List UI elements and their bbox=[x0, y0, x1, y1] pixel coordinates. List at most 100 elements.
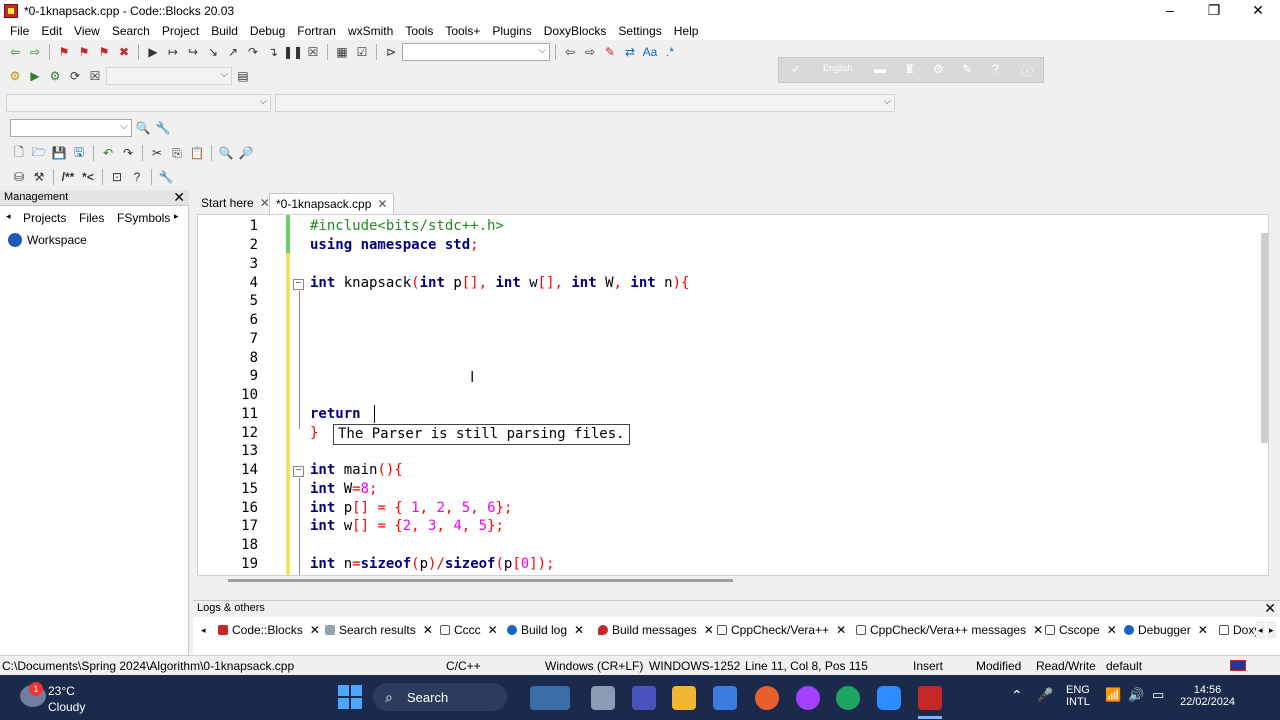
log-tab-close-icon[interactable]: ✕ bbox=[836, 623, 846, 637]
logs-scroll-right-icon[interactable]: ▸ bbox=[1267, 621, 1276, 639]
menu-settings[interactable]: Settings bbox=[612, 22, 667, 40]
search-icon[interactable]: 🔍 bbox=[134, 119, 152, 137]
minimize-button[interactable]: – bbox=[1148, 0, 1192, 22]
menu-project[interactable]: Project bbox=[156, 22, 205, 40]
menu-edit[interactable]: Edit bbox=[35, 22, 68, 40]
bookmark-next-icon[interactable]: ⚑ bbox=[95, 43, 113, 61]
tab-scroll-left-icon[interactable]: ◂ bbox=[6, 211, 11, 222]
search-combo[interactable]: ⌵ bbox=[10, 119, 132, 137]
log-tab-close-icon[interactable]: ✕ bbox=[1198, 623, 1208, 637]
task-view-icon[interactable] bbox=[591, 686, 615, 710]
battery-icon[interactable]: ▭ bbox=[1152, 687, 1164, 703]
log-tab-close-icon[interactable]: ✕ bbox=[704, 623, 714, 637]
language-label[interactable]: English bbox=[823, 63, 853, 73]
bookmark-toggle-icon[interactable]: ⚑ bbox=[55, 43, 73, 61]
widgets-icon[interactable] bbox=[530, 686, 570, 710]
replace-find-icon[interactable]: 🔎 bbox=[237, 144, 255, 162]
menu-build[interactable]: Build bbox=[205, 22, 244, 40]
menu-tools[interactable]: Tools bbox=[399, 22, 439, 40]
fold-toggle-icon[interactable]: − bbox=[293, 466, 304, 477]
tab-scroll-right-icon[interactable]: ▸ bbox=[174, 211, 179, 222]
code-completion-combo[interactable]: ⌵ bbox=[402, 43, 550, 61]
log-tab-close-icon[interactable]: ✕ bbox=[488, 623, 498, 637]
save-all-icon[interactable]: 🖫 bbox=[70, 144, 88, 162]
replace-icon[interactable]: ⇄ bbox=[621, 43, 639, 61]
match-case-icon[interactable]: Aa bbox=[641, 43, 659, 61]
target-options-icon[interactable]: ▤ bbox=[234, 67, 252, 85]
menu-view[interactable]: View bbox=[68, 22, 106, 40]
build-gear-icon[interactable]: ⚙ bbox=[6, 67, 24, 85]
clear-icon[interactable]: ♜ bbox=[904, 62, 915, 76]
volume-icon[interactable]: 🔊 bbox=[1128, 687, 1144, 703]
back-arrow-icon[interactable]: ⇦ bbox=[6, 43, 24, 61]
clock[interactable]: 14:56 22/02/2024 bbox=[1180, 684, 1235, 708]
log-tab-codeblocks[interactable]: Code::Blocks ✕ bbox=[218, 621, 320, 639]
settings-gear-icon[interactable]: ⚙ bbox=[933, 62, 944, 76]
log-tab-close-icon[interactable]: ✕ bbox=[423, 623, 433, 637]
cut-icon[interactable]: ✂ bbox=[148, 144, 166, 162]
taskbar-search[interactable]: ⌕ Search bbox=[373, 683, 507, 711]
scope-combo[interactable]: ⌵ bbox=[6, 94, 271, 112]
log-tab-cscope[interactable]: Cscope ✕ bbox=[1045, 621, 1117, 639]
log-tab-close-icon[interactable]: ✕ bbox=[1033, 623, 1043, 637]
horizontal-scrollbar[interactable] bbox=[198, 576, 1268, 584]
run-icon[interactable]: ▶ bbox=[26, 67, 44, 85]
step-into-icon[interactable]: ↘ bbox=[204, 43, 222, 61]
vertical-scrollbar[interactable] bbox=[1261, 233, 1268, 443]
menu-search[interactable]: Search bbox=[106, 22, 156, 40]
new-file-icon[interactable]: 🗋 bbox=[10, 144, 28, 162]
bookmark-prev-icon[interactable]: ⚑ bbox=[75, 43, 93, 61]
menu-fortran[interactable]: Fortran bbox=[291, 22, 342, 40]
fold-toggle-icon[interactable]: − bbox=[293, 279, 304, 290]
run-chm-icon[interactable]: ? bbox=[128, 168, 146, 186]
block-comment-icon[interactable]: /** bbox=[59, 168, 77, 186]
run-to-cursor-icon[interactable]: ↦ bbox=[164, 43, 182, 61]
zoom-icon[interactable] bbox=[877, 686, 901, 710]
config-wrench-icon[interactable]: 🔧 bbox=[157, 168, 175, 186]
maximize-button[interactable]: ❐ bbox=[1192, 0, 1236, 22]
bookmark-clear-icon[interactable]: ✖ bbox=[115, 43, 133, 61]
step-out-icon[interactable]: ↗ bbox=[224, 43, 242, 61]
code-editor[interactable]: 1 2 3 4 5 6 7 8 9 10 11 12 13 14 15 16 1… bbox=[197, 214, 1269, 576]
menu-help[interactable]: Help bbox=[668, 22, 705, 40]
search-forward-icon[interactable]: ⇨ bbox=[581, 43, 599, 61]
menu-wxsmith[interactable]: wxSmith bbox=[342, 22, 399, 40]
edit-pencil-icon[interactable]: ✎ bbox=[962, 62, 972, 76]
log-tab-build-messages[interactable]: Build messages ✕ bbox=[598, 621, 714, 639]
extract-docs-icon[interactable]: ⚒ bbox=[30, 168, 48, 186]
log-tab-cppcheck[interactable]: CppCheck/Vera++ ✕ bbox=[717, 621, 846, 639]
tree-item-workspace[interactable]: Workspace bbox=[27, 233, 87, 247]
codeblocks-taskbar-icon[interactable] bbox=[918, 686, 942, 710]
microphone-icon[interactable]: 🎤 bbox=[1037, 687, 1053, 703]
debug-windows-icon[interactable]: ▦ bbox=[333, 43, 351, 61]
forward-arrow-icon[interactable]: ⇨ bbox=[26, 43, 44, 61]
menu-tools-plus[interactable]: Tools+ bbox=[439, 22, 486, 40]
log-tab-search-results[interactable]: Search results ✕ bbox=[325, 621, 433, 639]
debug-start-icon[interactable]: ▶ bbox=[144, 43, 162, 61]
log-tab-build-log[interactable]: Build log ✕ bbox=[507, 621, 584, 639]
jump-icon[interactable]: ⊳ bbox=[382, 43, 400, 61]
debug-info-icon[interactable]: ☑ bbox=[353, 43, 371, 61]
tab-projects[interactable]: Projects bbox=[23, 211, 66, 225]
log-tab-close-icon[interactable]: ✕ bbox=[1107, 623, 1117, 637]
store-icon[interactable] bbox=[713, 686, 737, 710]
redo-icon[interactable]: ↷ bbox=[119, 144, 137, 162]
start-button[interactable] bbox=[338, 685, 362, 709]
log-tab-close-icon[interactable]: ✕ bbox=[574, 623, 584, 637]
search-options-icon[interactable]: 🔧 bbox=[154, 119, 172, 137]
log-tab-debugger[interactable]: Debugger ✕ bbox=[1124, 621, 1208, 639]
function-combo[interactable]: ⌵ bbox=[275, 94, 895, 112]
log-tab-cccc[interactable]: Cccc ✕ bbox=[440, 621, 498, 639]
tab-files[interactable]: Files bbox=[79, 211, 104, 225]
tab-close-icon[interactable]: ✕ bbox=[377, 197, 387, 211]
close-button[interactable]: ✕ bbox=[1236, 0, 1280, 22]
minus-icon[interactable]: ▬ bbox=[874, 62, 886, 76]
info-icon[interactable]: ⓘ bbox=[1021, 62, 1033, 79]
highlight-icon[interactable]: ✎ bbox=[601, 43, 619, 61]
menu-plugins[interactable]: Plugins bbox=[486, 22, 537, 40]
build-and-run-icon[interactable]: ⚙ bbox=[46, 67, 64, 85]
log-tab-cppcheck-messages[interactable]: CppCheck/Vera++ messages ✕ bbox=[856, 621, 1043, 639]
copy-icon[interactable]: ⎘ bbox=[168, 144, 186, 162]
file-explorer-icon[interactable] bbox=[672, 686, 696, 710]
pause-icon[interactable]: ❚❚ bbox=[283, 43, 303, 61]
